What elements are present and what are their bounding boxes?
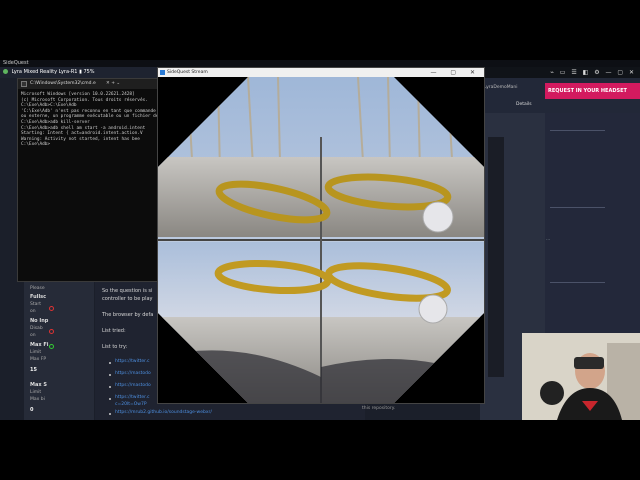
terminal-icon	[21, 81, 27, 87]
command-prompt-window[interactable]: C:\Windows\System32\cmd.e ✕ + ⌄ Microsof…	[17, 78, 160, 282]
system-tray-icons[interactable]: ⌁ ▭ ☰ ◧ ⚙ — ▢ ✕	[550, 69, 636, 76]
sidequest-icon	[160, 70, 165, 75]
readme-heading: List tried:	[102, 328, 126, 334]
setting-value[interactable]: 0	[30, 407, 33, 413]
readme-link[interactable]: https://mastodo	[115, 371, 151, 376]
stream-title: SideQuest Stream	[167, 70, 208, 75]
device-status-bar[interactable]: Lyra Mixed Reality Lyra-R1 ▮ 75%	[0, 67, 160, 78]
bullet	[109, 386, 111, 388]
setting-heading: Max S	[30, 382, 47, 388]
request-headset-banner[interactable]: REQUEST IN YOUR HEADSET	[545, 83, 640, 99]
readme-paragraph: controller to be play	[102, 296, 153, 302]
details-link[interactable]: Details	[516, 102, 532, 107]
setting-heading: No Inp	[30, 318, 49, 324]
bullet	[109, 398, 111, 400]
desktop-screen: SideQuest Lyra Mixed Reality Lyra-R1 ▮ 7…	[0, 60, 640, 420]
battery-level: 75%	[83, 69, 95, 75]
divider	[550, 207, 605, 208]
cmd-tab-title[interactable]: C:\Windows\System32\cmd.e	[30, 81, 96, 86]
setting-heading: Max Fi	[30, 342, 49, 348]
cmd-tab-bar[interactable]: C:\Windows\System32\cmd.e ✕ + ⌄	[18, 79, 159, 89]
toggle-on-icon[interactable]	[49, 344, 54, 349]
cmd-line: C:\Exe\Adb>	[21, 142, 51, 148]
webcam-overlay	[522, 333, 640, 420]
app-title: SideQuest	[3, 60, 29, 66]
setting-label: Limit	[30, 390, 42, 395]
repo-name[interactable]: LyraDemoMani	[484, 85, 517, 90]
cmd-line: Starting: Intent { act=android.intent.ac…	[21, 131, 143, 137]
bullet	[109, 374, 111, 376]
setting-label: Max bi	[30, 397, 45, 402]
readme-link[interactable]: https://twitter.c	[115, 395, 149, 400]
setting-value[interactable]: 15	[30, 367, 37, 373]
divider	[550, 130, 605, 131]
settings-panel: Please Fullsc Start on No Inp Disab on M…	[24, 282, 94, 420]
setting-heading: Fullsc	[30, 294, 47, 300]
window-controls[interactable]: — ▢ ✕	[430, 68, 481, 77]
connection-status-icon	[3, 69, 8, 74]
readme-link[interactable]: c=20lt=Ow7P	[115, 402, 147, 407]
new-tab-icon[interactable]: ✕ + ⌄	[106, 79, 120, 89]
bullet	[109, 413, 111, 415]
readme-link[interactable]: https://mrub2.github.io/soundstage-webxr…	[115, 410, 212, 415]
readme-link[interactable]: https://twitter.c	[115, 359, 149, 364]
repo-note: this repository.	[362, 406, 396, 411]
sidequest-stream-window[interactable]: SideQuest Stream — ▢ ✕	[157, 67, 485, 404]
setting-label: Please	[30, 286, 45, 291]
side-text: ...	[546, 237, 551, 242]
cmd-output[interactable]: Microsoft Windows [version 10.0.22621.24…	[18, 89, 159, 151]
readme-paragraph: So the question is si	[102, 288, 153, 294]
setting-label: Max FP	[30, 357, 47, 362]
setting-label: Disab	[30, 326, 43, 331]
setting-label: on	[30, 333, 36, 338]
divider	[550, 282, 605, 283]
setting-label: Start	[30, 302, 41, 307]
toggle-off-icon[interactable]	[49, 329, 54, 334]
setting-label: on	[30, 309, 36, 314]
toggle-off-icon[interactable]	[49, 306, 54, 311]
readme-link[interactable]: https://mastodo	[115, 383, 151, 388]
bullet	[109, 362, 111, 364]
setting-label: Limit	[30, 350, 42, 355]
browser-tab-strip[interactable]: ⌁ ▭ ☰ ◧ ⚙ — ▢ ✕	[480, 67, 640, 78]
device-name: Lyra Mixed Reality Lyra-R1	[11, 69, 78, 75]
battery-icon: ▮	[79, 69, 82, 75]
readme-paragraph: The browser by defa	[102, 312, 154, 318]
browser-side-strip	[488, 137, 504, 377]
stream-title-bar[interactable]: SideQuest Stream — ▢ ✕	[158, 68, 484, 77]
app-title-bar: SideQuest	[0, 60, 640, 67]
readme-heading: List to try:	[102, 344, 128, 350]
headset-stream-view[interactable]	[158, 77, 484, 403]
